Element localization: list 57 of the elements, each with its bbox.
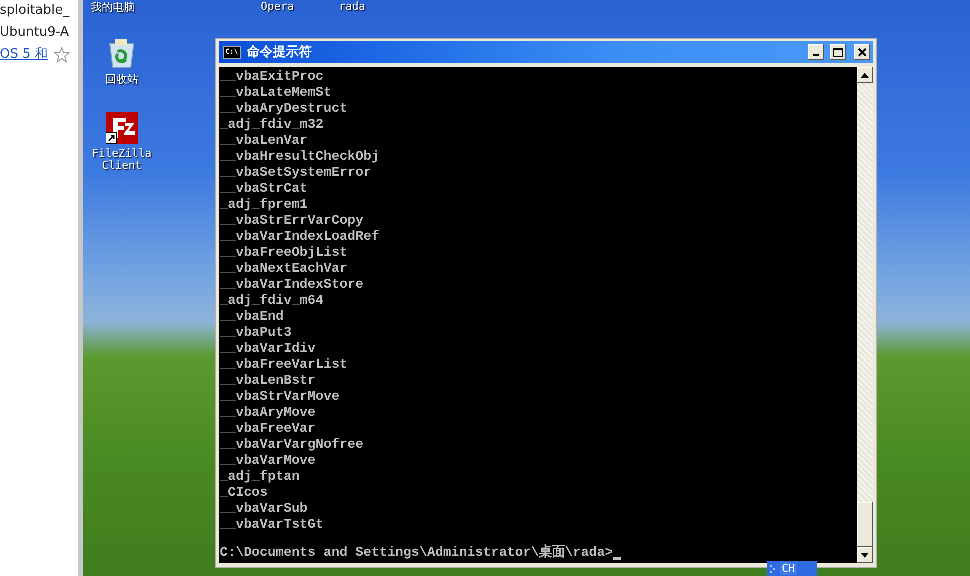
grip-icon [770, 564, 776, 574]
scroll-up-button[interactable] [857, 67, 873, 83]
console-line: _adj_fdiv_m32 [220, 117, 325, 133]
console-line: __vbaPut3 [220, 325, 293, 341]
scroll-down-button[interactable] [857, 547, 873, 563]
console-line: __vbaVarIndexLoadRef [220, 229, 381, 245]
console-line: __vbaVarMove [220, 453, 317, 469]
minimize-button[interactable] [808, 44, 824, 60]
close-button[interactable] [854, 44, 870, 60]
console-line: __vbaAryMove [220, 405, 317, 421]
console-line: __vbaLateMemSt [220, 85, 333, 101]
console-line: __vbaStrCat [220, 181, 309, 197]
console-line: __vbaEnd [220, 309, 285, 325]
console-line: _CIcos [220, 485, 269, 501]
console-line: __vbaVarSub [220, 501, 309, 517]
desktop-icon-label[interactable]: FileZilla Client [89, 148, 155, 172]
console-line: __vbaLenVar [220, 133, 309, 149]
language-indicator[interactable]: CH [780, 562, 798, 575]
console-line: __vbaStrErrVarCopy [220, 213, 365, 229]
console-line: __vbaFreeVar [220, 421, 317, 437]
console-line: _adj_fptan [220, 469, 301, 485]
filezilla-icon[interactable] [106, 112, 138, 144]
console-line: _adj_fdiv_m64 [220, 293, 325, 309]
text-link[interactable]: OS 5 和 [0, 44, 48, 65]
language-bar[interactable]: CH [767, 561, 817, 576]
console-line: __vbaHresultCheckObj [220, 149, 381, 165]
desktop-icon-label[interactable]: rada [339, 0, 366, 13]
recycle-bin-icon[interactable] [107, 38, 137, 70]
desktop-icon-label[interactable]: 我的电脑 [91, 0, 135, 15]
up-arrow-icon [861, 72, 869, 78]
desktop-icon-label[interactable]: Opera [261, 0, 294, 13]
window-title: 命令提示符 [247, 44, 313, 61]
scrollbar[interactable] [857, 67, 873, 563]
page-text: Ubuntu9-A [0, 24, 70, 42]
maximize-icon [833, 47, 843, 57]
console-line: __vbaStrVarMove [220, 389, 341, 405]
down-arrow-icon [861, 552, 869, 558]
page-text: sploitable_ [0, 2, 71, 20]
console-line: __vbaVarIndexStore [220, 277, 365, 293]
console-line: __vbaVarVargNofree [220, 437, 365, 453]
command-prompt[interactable]: C:\Documents and Settings\Administrator\桌面\rada> [220, 545, 614, 561]
console-line: __vbaExitProc [220, 69, 325, 85]
console-line: __vbaFreeObjList [220, 245, 349, 261]
console-line: __vbaNextEachVar [220, 261, 349, 277]
console-line: __vbaVarIdiv [220, 341, 317, 357]
console-line: __vbaAryDestruct [220, 101, 349, 117]
scroll-thumb[interactable] [857, 502, 873, 547]
console-line: __vbaSetSystemError [220, 165, 373, 181]
text-cursor [613, 557, 622, 560]
close-icon [858, 48, 866, 56]
console-line: __vbaFreeVarList [220, 357, 349, 373]
star-icon[interactable] [54, 46, 70, 62]
desktop-icon-label[interactable]: 回收站 [106, 74, 138, 86]
console-line: __vbaLenBstr [220, 373, 317, 389]
maximize-button[interactable] [830, 44, 846, 60]
console-line: __vbaVarTstGt [220, 517, 325, 533]
console-line: _adj_fprem1 [220, 197, 309, 213]
